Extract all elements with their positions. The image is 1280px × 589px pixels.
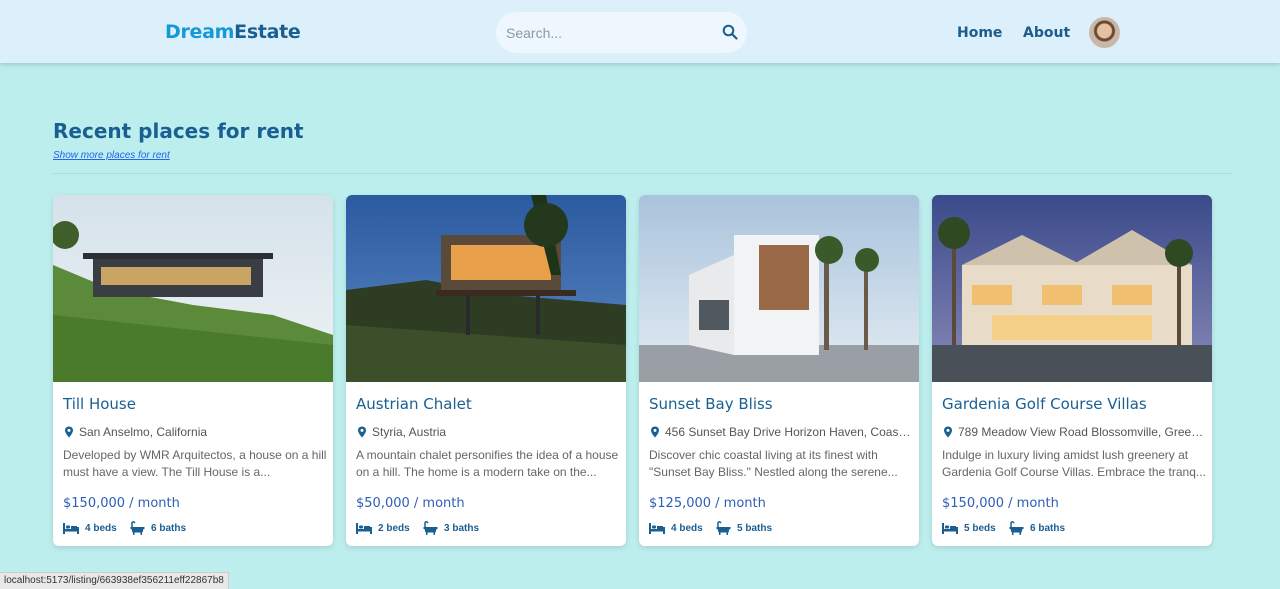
- nav-about-link[interactable]: About: [1023, 25, 1070, 41]
- listing-beds: 4 beds: [63, 521, 117, 535]
- listing-description: Discover chic coastal living at its fine…: [649, 448, 898, 479]
- listing-title: Austrian Chalet: [356, 395, 472, 413]
- bath-icon: [423, 521, 438, 535]
- listing-baths-label: 6 baths: [151, 522, 187, 534]
- listing-beds-label: 2 beds: [378, 522, 410, 534]
- site-logo[interactable]: DreamEstate: [165, 21, 301, 43]
- top-navbar: DreamEstate Home About: [0, 0, 1280, 63]
- listing-beds-label: 4 beds: [671, 522, 703, 534]
- listing-description: Indulge in luxury living amidst lush gre…: [942, 448, 1206, 479]
- listing-price: $50,000 / month: [356, 496, 465, 511]
- listing-photo: [639, 195, 919, 382]
- browser-status-url: localhost:5173/listing/663938ef356211eff…: [0, 572, 229, 589]
- listing-beds-label: 4 beds: [85, 522, 117, 534]
- user-avatar[interactable]: [1089, 17, 1120, 48]
- listing-beds-label: 5 beds: [964, 522, 996, 534]
- bed-icon: [356, 522, 372, 534]
- listing-card[interactable]: Austrian Chalet Styria, Austria A mounta…: [346, 195, 626, 546]
- bath-icon: [130, 521, 145, 535]
- listing-beds: 5 beds: [942, 521, 996, 535]
- listing-price: $150,000 / month: [942, 496, 1059, 511]
- bed-icon: [63, 522, 79, 534]
- listing-photo: [346, 195, 626, 382]
- listing-photo: [932, 195, 1212, 382]
- listing-beds: 2 beds: [356, 521, 410, 535]
- section-divider: [53, 173, 1233, 174]
- show-more-link[interactable]: Show more places for rent: [53, 150, 170, 161]
- listing-address-text: 456 Sunset Bay Drive Horizon Haven, Coas…: [665, 425, 911, 439]
- bath-icon: [1009, 521, 1024, 535]
- search-input[interactable]: [506, 23, 706, 43]
- listing-address-text: San Anselmo, California: [79, 425, 208, 439]
- search-icon[interactable]: [722, 24, 738, 40]
- listing-baths-label: 5 baths: [737, 522, 773, 534]
- location-pin-icon: [651, 426, 659, 438]
- location-pin-icon: [65, 426, 73, 438]
- logo-part-dream: Dream: [165, 21, 235, 43]
- listing-address: 789 Meadow View Road Blossomville, Green…: [942, 424, 1204, 440]
- location-pin-icon: [944, 426, 952, 438]
- listing-description: Developed by WMR Arquitectos, a house on…: [63, 448, 327, 479]
- listing-baths: 3 baths: [423, 521, 479, 535]
- nav-home-link[interactable]: Home: [957, 25, 1002, 41]
- listing-price: $125,000 / month: [649, 496, 766, 511]
- listing-baths: 6 baths: [1009, 521, 1065, 535]
- listing-baths-label: 3 baths: [444, 522, 480, 534]
- listing-title: Gardenia Golf Course Villas: [942, 395, 1147, 413]
- listing-title: Till House: [63, 395, 136, 413]
- listing-title: Sunset Bay Bliss: [649, 395, 773, 413]
- listing-card[interactable]: Gardenia Golf Course Villas 789 Meadow V…: [932, 195, 1212, 546]
- listing-baths: 6 baths: [130, 521, 186, 535]
- listing-beds: 4 beds: [649, 521, 703, 535]
- listing-price: $150,000 / month: [63, 496, 180, 511]
- listing-baths-label: 6 baths: [1030, 522, 1066, 534]
- listing-address-text: 789 Meadow View Road Blossomville, Green…: [958, 425, 1204, 439]
- bed-icon: [942, 522, 958, 534]
- bath-icon: [716, 521, 731, 535]
- listing-description: A mountain chalet personifies the idea o…: [356, 448, 619, 479]
- location-pin-icon: [358, 426, 366, 438]
- listing-photo: [53, 195, 333, 382]
- search-bar: [496, 12, 747, 53]
- listing-address-text: Styria, Austria: [372, 425, 447, 439]
- section-title: Recent places for rent: [53, 119, 304, 143]
- listing-card[interactable]: Sunset Bay Bliss 456 Sunset Bay Drive Ho…: [639, 195, 919, 546]
- listing-address: Styria, Austria: [356, 424, 618, 440]
- listing-baths: 5 baths: [716, 521, 772, 535]
- listing-address: San Anselmo, California: [63, 424, 325, 440]
- bed-icon: [649, 522, 665, 534]
- listing-address: 456 Sunset Bay Drive Horizon Haven, Coas…: [649, 424, 911, 440]
- logo-part-estate: Estate: [234, 21, 301, 43]
- listing-card[interactable]: Till House San Anselmo, California Devel…: [53, 195, 333, 546]
